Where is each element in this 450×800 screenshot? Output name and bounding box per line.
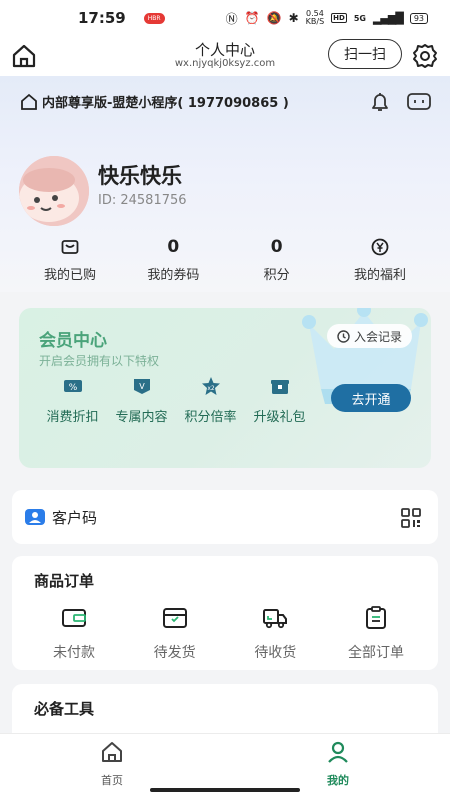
mute-icon: 🔕 <box>266 11 282 25</box>
avatar[interactable] <box>19 156 89 226</box>
svg-text:x2: x2 <box>207 385 215 392</box>
orders-card: 商品订单 未付款 待发货 待收货 全部订单 <box>12 556 438 670</box>
yen-icon <box>371 238 389 256</box>
star-multiplier-icon: x2 <box>201 377 220 395</box>
perk-gift: 升级礼包 <box>246 376 313 425</box>
program-name: 内部尊享版-盟楚小程序( 1977090865 ) <box>42 96 289 111</box>
join-record-button[interactable]: 入会记录 <box>327 324 413 348</box>
stat-label: 积分 <box>263 268 290 283</box>
stats-row: 我的已购 0 我的券码 0 积分 我的福利 <box>20 236 430 283</box>
perk-discount: % 消费折扣 <box>39 376 106 425</box>
membership-desc: 开启会员拥有以下特权 <box>39 354 160 368</box>
customer-card-icon <box>25 509 45 525</box>
wallet-icon <box>62 609 86 627</box>
stat-value: 0 <box>167 237 180 257</box>
signal-bars-icon: ▂▄▆█ <box>372 11 404 25</box>
perk-exclusive: V 专属内容 <box>108 376 175 425</box>
truck-icon <box>263 609 288 629</box>
qr-code-icon[interactable] <box>400 507 422 529</box>
order-unpaid[interactable]: 未付款 <box>24 606 124 662</box>
profile-icon <box>328 741 348 763</box>
customer-code-label: 客户码 <box>52 509 98 527</box>
package-icon <box>162 608 187 628</box>
svg-text:%: % <box>68 383 77 393</box>
nfc-icon: Ⓝ <box>225 11 238 26</box>
customer-code-card[interactable]: 客户码 <box>12 490 438 544</box>
home-icon <box>102 742 122 762</box>
battery-icon: 93 <box>409 12 428 24</box>
program-info[interactable]: 内部尊享版-盟楚小程序( 1977090865 ) <box>20 92 289 111</box>
membership-title: 会员中心 <box>39 331 107 351</box>
order-all[interactable]: 全部订单 <box>326 606 426 662</box>
avatar-image <box>19 156 89 226</box>
svg-text:V: V <box>139 382 145 391</box>
home-indicator[interactable] <box>150 788 300 792</box>
discount-icon: % <box>63 380 82 393</box>
stat-points[interactable]: 0 积分 <box>227 236 327 283</box>
gear-icon[interactable] <box>412 43 438 69</box>
order-to-ship[interactable]: 待发货 <box>125 606 225 662</box>
status-time: 17:59 <box>78 9 126 27</box>
open-membership-button[interactable]: 去开通 <box>331 384 411 412</box>
hd-icon: HD <box>331 13 347 23</box>
order-to-receive[interactable]: 待收货 <box>225 606 325 662</box>
stat-label: 我的券码 <box>147 268 200 283</box>
vip-icon: V <box>133 379 150 394</box>
net-speed: 0.54 KB/S <box>305 9 325 26</box>
nav-bar: 个人中心 wx.njyqkj0ksyz.com 扫一扫 <box>0 36 450 76</box>
perk-list: % 消费折扣 V 专属内容 x2 积分倍率 升级礼包 <box>39 376 313 425</box>
signal-icon: 5G <box>353 13 366 23</box>
bluetooth-icon: ✱ <box>288 11 299 25</box>
membership-card[interactable]: 会员中心 开启会员拥有以下特权 入会记录 % 消费折扣 V 专属内容 x2 积分… <box>19 308 431 468</box>
message-icon[interactable] <box>406 90 432 114</box>
stat-value: 0 <box>270 237 283 257</box>
gift-box-icon <box>270 380 289 394</box>
status-icons: Ⓝ ⏰ 🔕 ✱ 0.54 KB/S HD 5G ▂▄▆█ 93 <box>226 10 428 27</box>
tab-profile[interactable]: 我的 <box>308 740 368 788</box>
clock-icon <box>337 329 350 343</box>
bell-icon[interactable] <box>368 90 392 114</box>
tools-title: 必备工具 <box>34 700 95 718</box>
stat-label: 我的已购 <box>43 268 96 283</box>
stat-purchased[interactable]: 我的已购 <box>20 236 120 283</box>
order-status-list: 未付款 待发货 待收货 全部订单 <box>24 606 426 662</box>
perk-points: x2 积分倍率 <box>177 376 244 425</box>
tab-home[interactable]: 首页 <box>82 740 142 788</box>
scan-button[interactable]: 扫一扫 <box>328 39 402 69</box>
user-name: 快乐快乐 <box>98 164 182 188</box>
stat-coupons[interactable]: 0 我的券码 <box>123 236 223 283</box>
stat-label: 我的福利 <box>353 268 406 283</box>
bag-icon <box>61 240 79 254</box>
orders-title: 商品订单 <box>34 572 95 590</box>
user-id: ID: 24581756 <box>98 193 187 208</box>
stat-welfare[interactable]: 我的福利 <box>330 236 430 283</box>
clipboard-icon <box>365 606 386 629</box>
status-bar: 17:59 HBR Ⓝ ⏰ 🔕 ✱ 0.54 KB/S HD 5G ▂▄▆█ 93 <box>0 0 450 36</box>
home-small-icon <box>21 93 37 110</box>
app-badge: HBR <box>143 12 165 24</box>
alarm-icon: ⏰ <box>244 11 260 25</box>
